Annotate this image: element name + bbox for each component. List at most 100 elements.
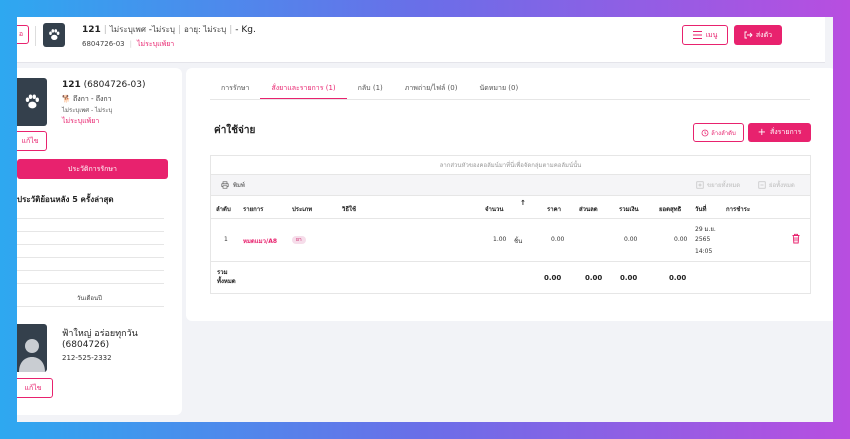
menu-button[interactable]: เมนู (682, 25, 728, 45)
row-date-day: 29 ม.ย. (695, 226, 716, 233)
col-payment[interactable]: การชำระ (726, 204, 750, 214)
expense-table: ลากส่วนหัวของคอลัมน์มาที่นี่เพื่อจัดกลุ่… (210, 155, 811, 294)
collapse-all-button[interactable]: ย่อทั้งหมด (758, 180, 795, 190)
edit-owner-button-label: แก้ไข (24, 383, 42, 392)
owner-name: ฟ้าใหญ่ อร่อยทุกวัน (62, 329, 138, 339)
tab-treatment[interactable]: การรักษา (210, 78, 260, 100)
edit-pet-button[interactable]: แก้ไข (17, 131, 47, 151)
print-label: พิมพ์ (233, 182, 245, 189)
plus-icon: + (757, 126, 766, 138)
row-type: ยา (292, 236, 306, 244)
trash-icon[interactable] (791, 233, 801, 244)
pet-paw-icon (17, 78, 47, 126)
footer-label-line2: ทั้งหมด (217, 278, 236, 285)
history-row (17, 218, 164, 219)
tab-bar: การรักษา สั่งยาและรายการ (1) กลับ (1) ภา… (210, 78, 529, 100)
pet-sterile: ไม่ระบุ (152, 25, 175, 34)
reset-order-button[interactable]: ล้างลำดับ (693, 123, 744, 142)
col-usage[interactable]: วิธีใช้ (342, 204, 356, 214)
pet-card-id: (6804726-03) (83, 80, 146, 90)
back-button-label: อ (18, 30, 24, 38)
add-order-button[interactable]: + สั่งรายการ (748, 123, 811, 142)
row-item-link[interactable]: หมดแมว/A8 (243, 236, 277, 246)
owner-avatar (17, 324, 47, 372)
edit-pet-button-label: แก้ไข (21, 136, 39, 145)
dob-label: วันเดือนปี (77, 295, 102, 302)
send-button[interactable]: ส่งตัว (734, 25, 782, 45)
tab-appointments[interactable]: นัดหมาย (0) (468, 78, 529, 100)
pet-age: อายุ: ไม่ระบุ (184, 25, 227, 34)
pet-card-name: 121 (6804726-03) (62, 80, 146, 90)
print-button[interactable]: พิมพ์ (221, 180, 245, 190)
row-qty: 1.00 (493, 236, 507, 243)
col-date[interactable]: วันที่ (695, 204, 706, 214)
row-net: 0.00 (674, 236, 688, 243)
sort-up-icon[interactable]: ↑ (520, 199, 526, 207)
left-panel: 121 (6804726-03) 🐕 ถึงกา - ถึงกา ไม่ระบุ… (17, 68, 182, 415)
col-qty[interactable]: จำนวน (485, 204, 503, 214)
pet-allergy: ไม่ระบุแพ้ยา (136, 40, 175, 48)
send-button-label: ส่งตัว (755, 30, 773, 39)
pet-weight: - Kg. (235, 25, 256, 35)
divider (35, 26, 36, 46)
group-drop-area[interactable]: ลากส่วนหัวของคอลัมน์มาที่นี่เพื่อจัดกลุ่… (211, 156, 810, 175)
table-toolbar: พิมพ์ ขยายทั้งหมด ย่อทั้งหมด (211, 175, 810, 195)
footer-net: 0.00 (669, 274, 687, 282)
history-row (17, 283, 164, 284)
pet-name: 121 (82, 25, 101, 35)
pet-card-breed-text: ถึงกา - ถึงกา (72, 95, 112, 103)
app-frame: อ 121 | ไม่ระบุเพศ -ไม่ระบุ | อายุ: ไม่ระบุ |… (17, 17, 833, 422)
col-discount[interactable]: ส่วนลด (579, 204, 598, 214)
col-total[interactable]: รวมเงิน (619, 204, 639, 214)
expand-all-button[interactable]: ขยายทั้งหมด (696, 180, 740, 190)
tab-return[interactable]: กลับ (1) (347, 78, 394, 100)
row-date-time: 14:05 (695, 248, 713, 255)
col-type[interactable]: ประเภท (292, 204, 312, 214)
history-row (17, 231, 164, 232)
col-index[interactable]: ลำดับ (216, 204, 231, 214)
paw-icon (43, 23, 65, 47)
pet-card-breed: 🐕 ถึงกา - ถึงกา (62, 94, 112, 105)
col-price[interactable]: ราคา (547, 204, 561, 214)
row-date-year: 2565 (695, 236, 711, 243)
pet-id: 6804726-03 (82, 40, 125, 48)
collapse-icon (758, 181, 766, 189)
history-icon (701, 129, 709, 136)
table-header: ลำดับ รายการ ประเภท วิธีใช้ จำนวน ↑ ราคา… (211, 195, 810, 219)
treatment-history-button[interactable]: ประวัติการรักษา (17, 159, 168, 179)
pet-card-gender: ไม่ระบุเพศ - ไม่ระบุ (62, 107, 113, 114)
footer-total: 0.00 (620, 274, 638, 282)
tab-orders[interactable]: สั่งยาและรายการ (1) (260, 78, 347, 100)
owner-phone: 212-525-2332 (62, 354, 112, 362)
hamburger-icon (692, 31, 702, 39)
table-row[interactable]: 1 หมดแมว/A8 ยา 1.00 ชิ้น 0.00 0.00 0.00 … (211, 219, 810, 262)
species-icon: 🐕 (62, 95, 71, 103)
print-icon (221, 181, 229, 189)
edit-owner-button[interactable]: แก้ไข (17, 378, 53, 398)
expand-icon (696, 181, 704, 189)
history-title: ประวัติย้อนหลัง 5 ครั้งล่าสุด (17, 195, 114, 204)
exit-icon (744, 31, 753, 39)
history-row (17, 257, 164, 258)
row-price: 0.00 (551, 236, 565, 243)
section-title: ค่าใช้จ่าย (214, 125, 256, 136)
collapse-all-label: ย่อทั้งหมด (769, 182, 795, 189)
pet-summary: 121 | ไม่ระบุเพศ -ไม่ระบุ | อายุ: ไม่ระบุ | - … (82, 25, 256, 35)
main-panel: การรักษา สั่งยาและรายการ (1) กลับ (1) ภา… (186, 68, 833, 321)
tabs-divider (210, 99, 810, 100)
back-button[interactable]: อ (17, 25, 29, 44)
footer-label: รวม ทั้งหมด (217, 268, 236, 286)
col-item[interactable]: รายการ (243, 204, 263, 214)
divider (17, 306, 164, 307)
top-header: อ 121 | ไม่ระบุเพศ -ไม่ระบุ | อายุ: ไม่ระบุ |… (17, 17, 825, 63)
col-net[interactable]: ยอดสุทธิ (659, 204, 681, 214)
footer-price: 0.00 (544, 274, 562, 282)
row-total: 0.00 (624, 236, 638, 243)
menu-button-label: เมนู (705, 30, 718, 39)
pet-gender: ไม่ระบุเพศ (109, 25, 146, 34)
pet-id-line: 6804726-03 | ไม่ระบุแพ้ยา (82, 40, 175, 48)
expand-all-label: ขยายทั้งหมด (707, 182, 741, 189)
history-row (17, 270, 164, 271)
tab-files[interactable]: ภาพถ่าย/ไฟล์ (0) (394, 78, 469, 100)
history-row (17, 244, 164, 245)
